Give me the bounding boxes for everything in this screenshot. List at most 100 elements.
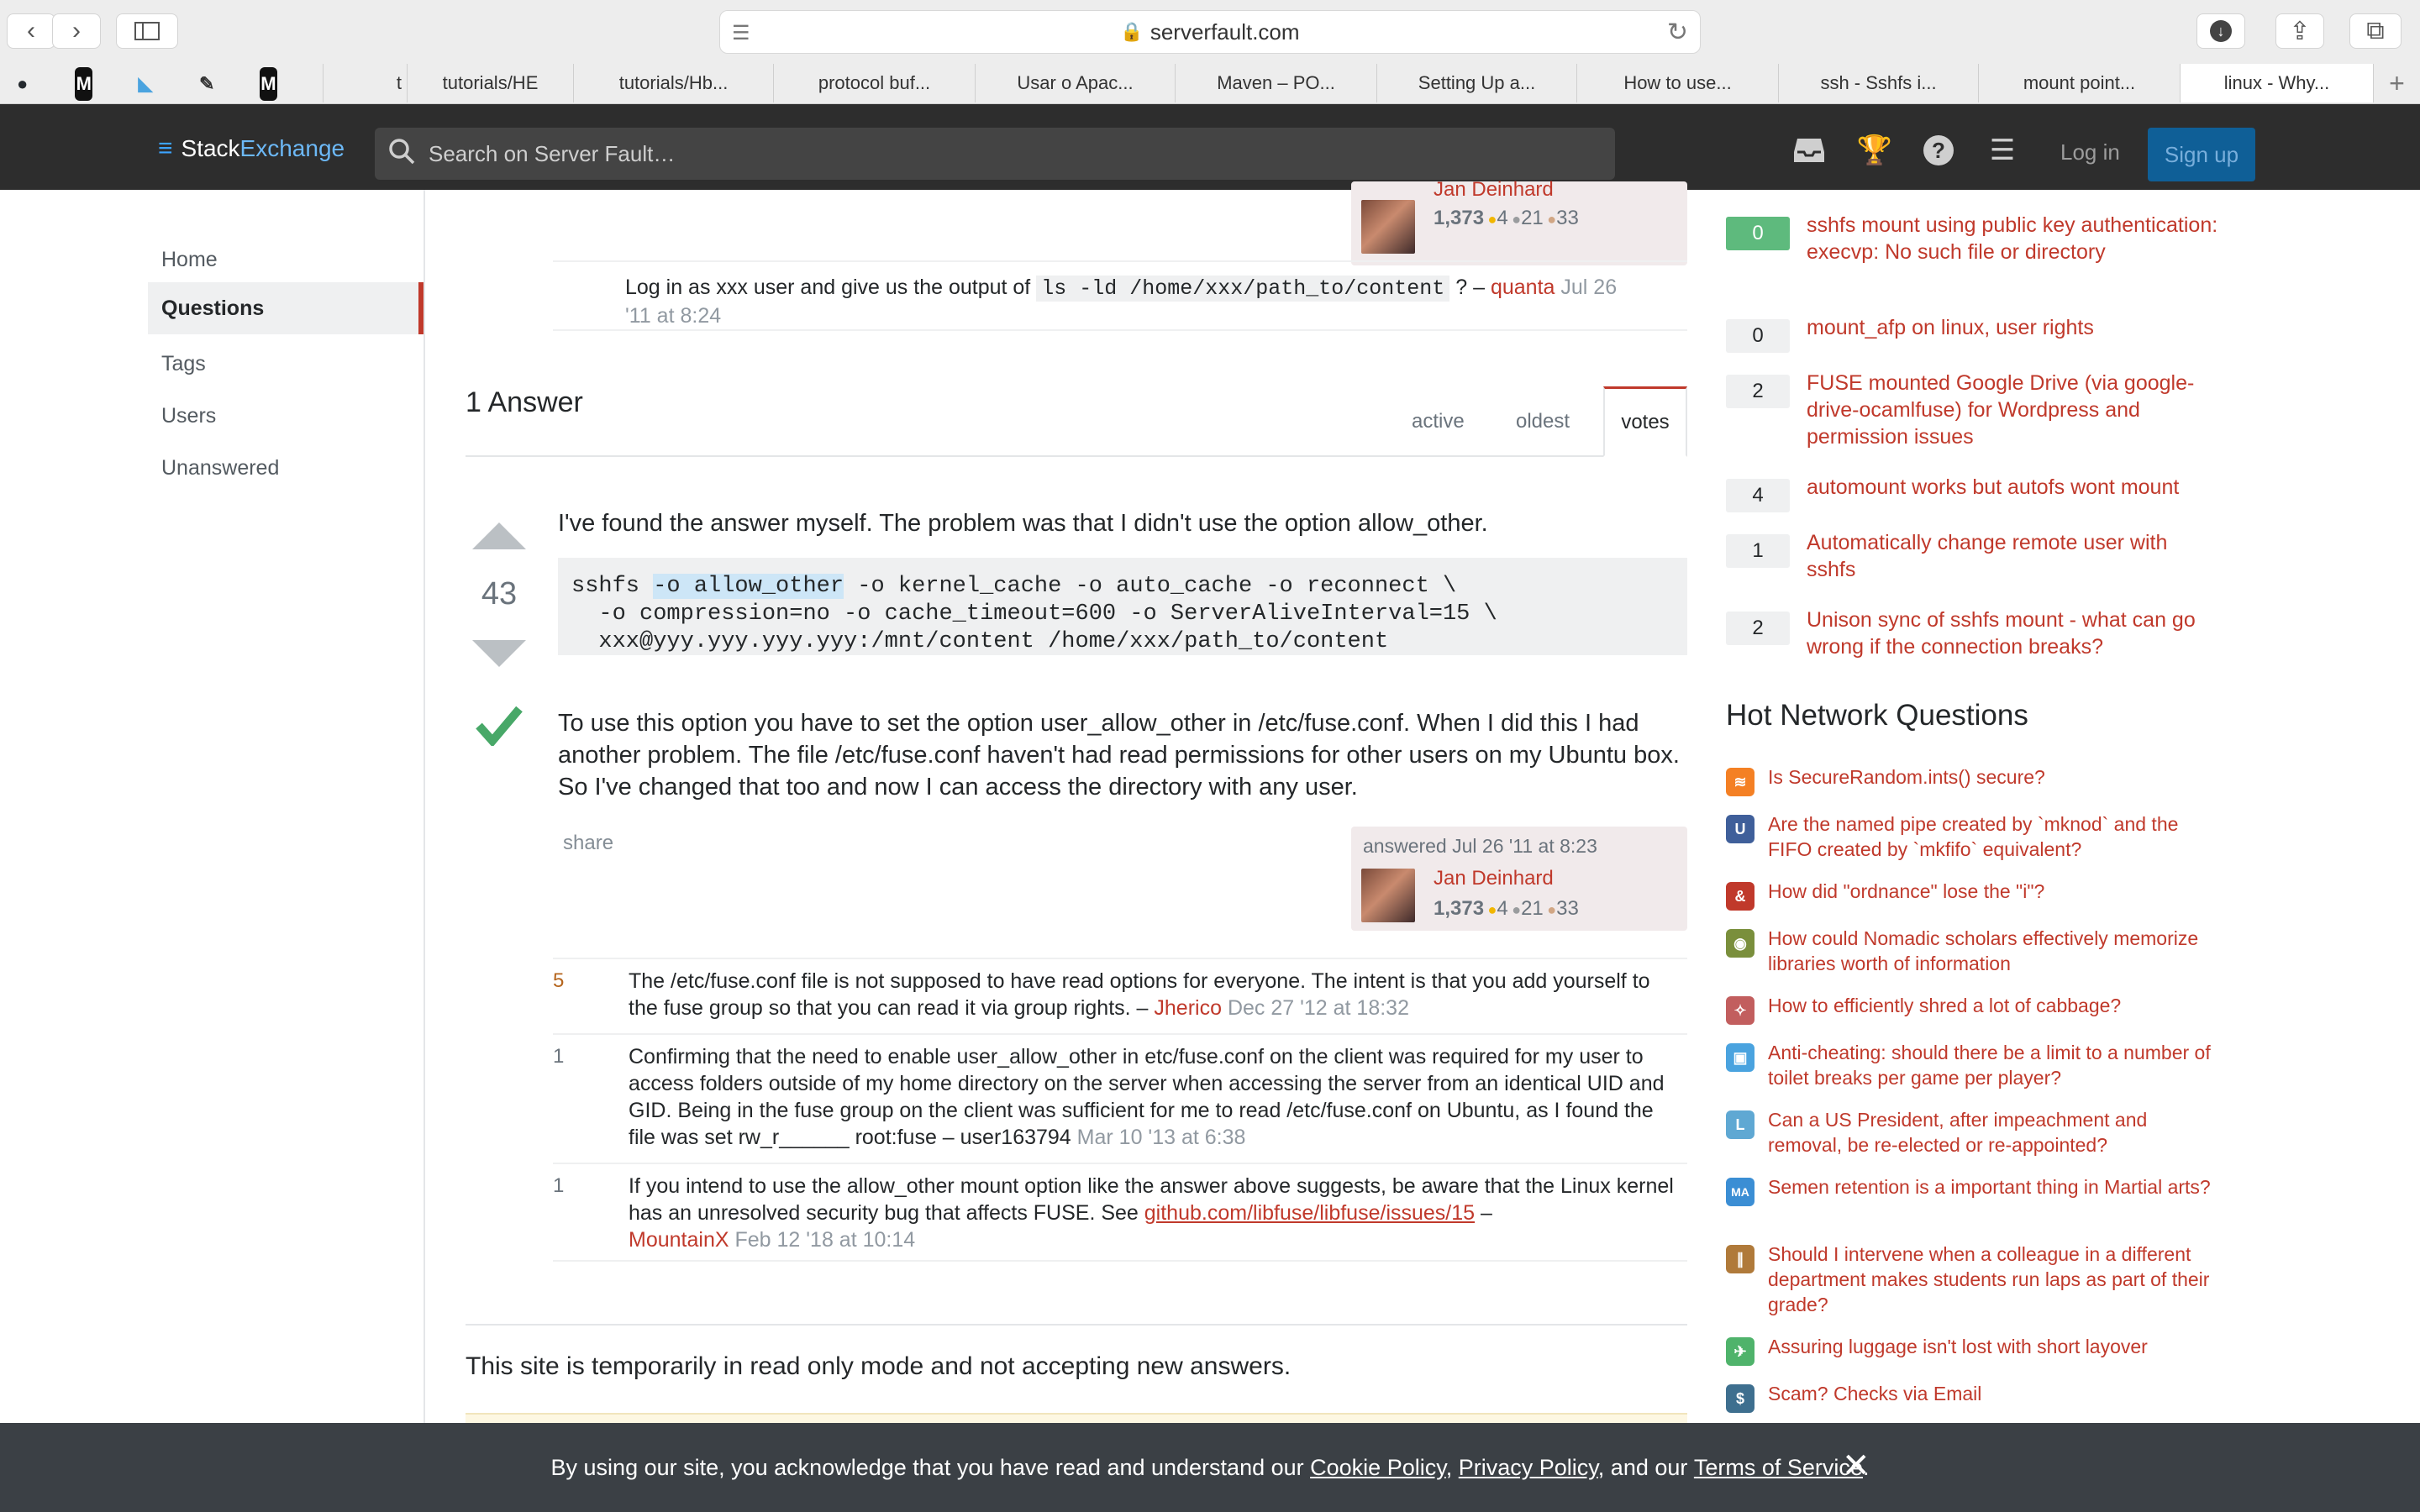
related-question-link[interactable]: Automatically change remote user with ss… — [1807, 529, 2222, 583]
hnq-item[interactable]: ∥ Should I intervene when a colleague in … — [1726, 1242, 2222, 1317]
tab-7[interactable]: How to use... — [1576, 64, 1778, 102]
tab-3[interactable]: protocol buf... — [773, 64, 975, 102]
tab-1[interactable]: tutorials/HE — [407, 64, 573, 102]
related-question-link[interactable]: sshfs mount using public key authenticat… — [1807, 212, 2222, 265]
hnq-link[interactable]: How to efficiently shred a lot of cabbag… — [1768, 993, 2222, 1025]
downloads-button[interactable]: ↓ — [2196, 13, 2245, 49]
hnq-item[interactable]: ▣ Anti-cheating: should there be a limit … — [1726, 1040, 2222, 1090]
comment-date[interactable]: Dec 27 '12 at 18:32 — [1228, 996, 1409, 1020]
hnq-link[interactable]: Scam? Checks via Email — [1768, 1381, 2222, 1413]
tab-10[interactable]: linux - Why... — [2180, 64, 2374, 102]
sidebar-item-users[interactable]: Users — [148, 390, 424, 442]
medium-icon[interactable]: M — [75, 67, 93, 101]
tab-0[interactable]: t — [323, 64, 407, 102]
related-question[interactable]: 2 Unison sync of sshfs mount - what can … — [1726, 605, 2222, 660]
reader-icon[interactable]: ☰ — [732, 21, 750, 45]
comment-link[interactable]: github.com/libfuse/libfuse/issues/15 — [1144, 1201, 1475, 1225]
comment-user[interactable]: quanta — [1491, 276, 1555, 299]
share-link[interactable]: share — [563, 832, 613, 855]
hnq-link[interactable]: Anti-cheating: should there be a limit t… — [1768, 1040, 2222, 1090]
tabs-overview-button[interactable]: ⧉ — [2349, 13, 2402, 49]
medium-icon[interactable]: M — [259, 67, 278, 101]
tab-9[interactable]: mount point... — [1978, 64, 2180, 102]
github-icon[interactable]: ● — [13, 67, 31, 101]
bookmark-icon[interactable]: ◣ — [136, 67, 154, 101]
chevron-left-icon: ‹ — [27, 17, 35, 45]
signup-button[interactable]: Sign up — [2148, 128, 2255, 181]
comment-user[interactable]: Jherico — [1154, 996, 1222, 1020]
hnq-link[interactable]: Is SecureRandom.ints() secure? — [1768, 764, 2222, 796]
sidebar-toggle-button[interactable] — [116, 13, 178, 49]
terms-of-service-link[interactable]: Terms of Service — [1694, 1455, 1863, 1480]
related-question[interactable]: 4 automount works but autofs wont mount — [1726, 472, 2222, 512]
privacy-policy-link[interactable]: Privacy Policy — [1459, 1455, 1598, 1480]
hnq-item[interactable]: ◉ How could Nomadic scholars effectively … — [1726, 926, 2222, 976]
tab-8[interactable]: ssh - Sshfs i... — [1778, 64, 1978, 102]
related-question-link[interactable]: mount_afp on linux, user rights — [1807, 314, 2222, 353]
sidebar-item-home[interactable]: Home — [148, 234, 424, 286]
comment-date-cont[interactable]: '11 at 8:24 — [625, 304, 721, 328]
comment-user[interactable]: MountainX — [629, 1228, 729, 1252]
back-button[interactable]: ‹ — [7, 13, 55, 49]
inbox-icon[interactable] — [1791, 133, 1827, 168]
hnq-link[interactable]: Should I intervene when a colleague in a… — [1768, 1242, 2222, 1317]
related-question-link[interactable]: automount works but autofs wont mount — [1807, 474, 2222, 512]
stackexchange-logo[interactable]: ≡ Stack Exchange — [158, 134, 345, 163]
help-icon[interactable]: ? — [1921, 133, 1956, 168]
related-question-link[interactable]: Unison sync of sshfs mount - what can go… — [1807, 606, 2222, 660]
upvote-icon[interactable] — [472, 522, 526, 549]
hnq-item[interactable]: ✈ Assuring luggage isn't lost with short … — [1726, 1334, 2222, 1366]
sidebar-item-unanswered[interactable]: Unanswered — [148, 442, 424, 494]
new-tab-button[interactable]: + — [2373, 64, 2420, 102]
hnq-item[interactable]: & How did "ordnance" lose the "i"? — [1726, 879, 2222, 911]
comment-date[interactable]: Jul 26 — [1560, 276, 1617, 299]
hnq-link[interactable]: Can a US President, after impeachment an… — [1768, 1107, 2222, 1158]
related-question[interactable]: 0 sshfs mount using public key authentic… — [1726, 210, 2222, 265]
share-button[interactable]: ⇪ — [2275, 13, 2324, 49]
avatar[interactable] — [1361, 200, 1415, 254]
hnq-link[interactable]: Assuring luggage isn't lost with short l… — [1768, 1334, 2222, 1366]
tabs-icon: ⧉ — [2366, 17, 2385, 45]
tab-oldest[interactable]: oldest — [1516, 410, 1570, 433]
avatar[interactable] — [1361, 869, 1415, 922]
related-question-link[interactable]: FUSE mounted Google Drive (via google-dr… — [1807, 370, 2222, 450]
tab-active[interactable]: active — [1412, 410, 1465, 433]
url-bar[interactable]: ☰ 🔒 serverfault.com ↻ — [719, 10, 1701, 54]
sidebar-item-tags[interactable]: Tags — [148, 338, 424, 390]
hnq-item[interactable]: $ Scam? Checks via Email — [1726, 1381, 2222, 1413]
hnq-item[interactable]: MA Semen retention is a important thing i… — [1726, 1174, 2222, 1206]
comment-date[interactable]: Feb 12 '18 at 10:14 — [734, 1228, 915, 1252]
tab-5[interactable]: Maven – PO... — [1175, 64, 1376, 102]
hnq-item[interactable]: ≋ Is SecureRandom.ints() secure? — [1726, 764, 2222, 796]
hnq-link[interactable]: How could Nomadic scholars effectively m… — [1768, 926, 2222, 976]
comment-date[interactable]: Mar 10 '13 at 6:38 — [1077, 1126, 1246, 1149]
pin-icon[interactable]: ✎ — [198, 67, 216, 101]
site-switcher-icon[interactable]: ☰ — [1985, 133, 2020, 168]
reload-icon[interactable]: ↻ — [1667, 18, 1688, 47]
hnq-item[interactable]: U Are the named pipe created by `mknod` a… — [1726, 811, 2222, 862]
achievements-icon[interactable]: 🏆 — [1857, 133, 1892, 168]
login-link[interactable]: Log in — [2060, 139, 2120, 165]
downvote-icon[interactable] — [472, 640, 526, 667]
related-question[interactable]: 2 FUSE mounted Google Drive (via google-… — [1726, 368, 2222, 450]
hnq-link[interactable]: Are the named pipe created by `mknod` an… — [1768, 811, 2222, 862]
hnq-link[interactable]: How did "ordnance" lose the "i"? — [1768, 879, 2222, 911]
close-icon[interactable]: ✕ — [1842, 1446, 1870, 1485]
cookie-policy-link[interactable]: Cookie Policy — [1310, 1455, 1446, 1480]
forward-button[interactable]: › — [52, 13, 101, 49]
search-input[interactable]: Search on Server Fault… — [375, 128, 1615, 180]
code-line-1: sshfs -o allow_other -o kernel_cache -o … — [571, 574, 1457, 599]
hnq-link[interactable]: Semen retention is a important thing in … — [1768, 1174, 2222, 1206]
related-question[interactable]: 0 mount_afp on linux, user rights — [1726, 312, 2222, 353]
tab-6[interactable]: Setting Up a... — [1376, 64, 1576, 102]
question-user-name[interactable]: Jan Deinhard — [1434, 178, 1554, 202]
tab-votes[interactable]: votes — [1603, 386, 1687, 457]
tab-4[interactable]: Usar o Apac... — [975, 64, 1175, 102]
tab-2[interactable]: tutorials/Hb... — [573, 64, 773, 102]
related-question[interactable]: 1 Automatically change remote user with … — [1726, 528, 2222, 583]
sidebar-item-questions[interactable]: Questions — [148, 282, 424, 334]
hnq-item[interactable]: ✧ How to efficiently shred a lot of cabba… — [1726, 993, 2222, 1025]
hnq-item[interactable]: L Can a US President, after impeachment a… — [1726, 1107, 2222, 1158]
answer-user-name[interactable]: Jan Deinhard — [1434, 867, 1554, 890]
answered-date[interactable]: answered Jul 26 '11 at 8:23 — [1363, 835, 1597, 858]
